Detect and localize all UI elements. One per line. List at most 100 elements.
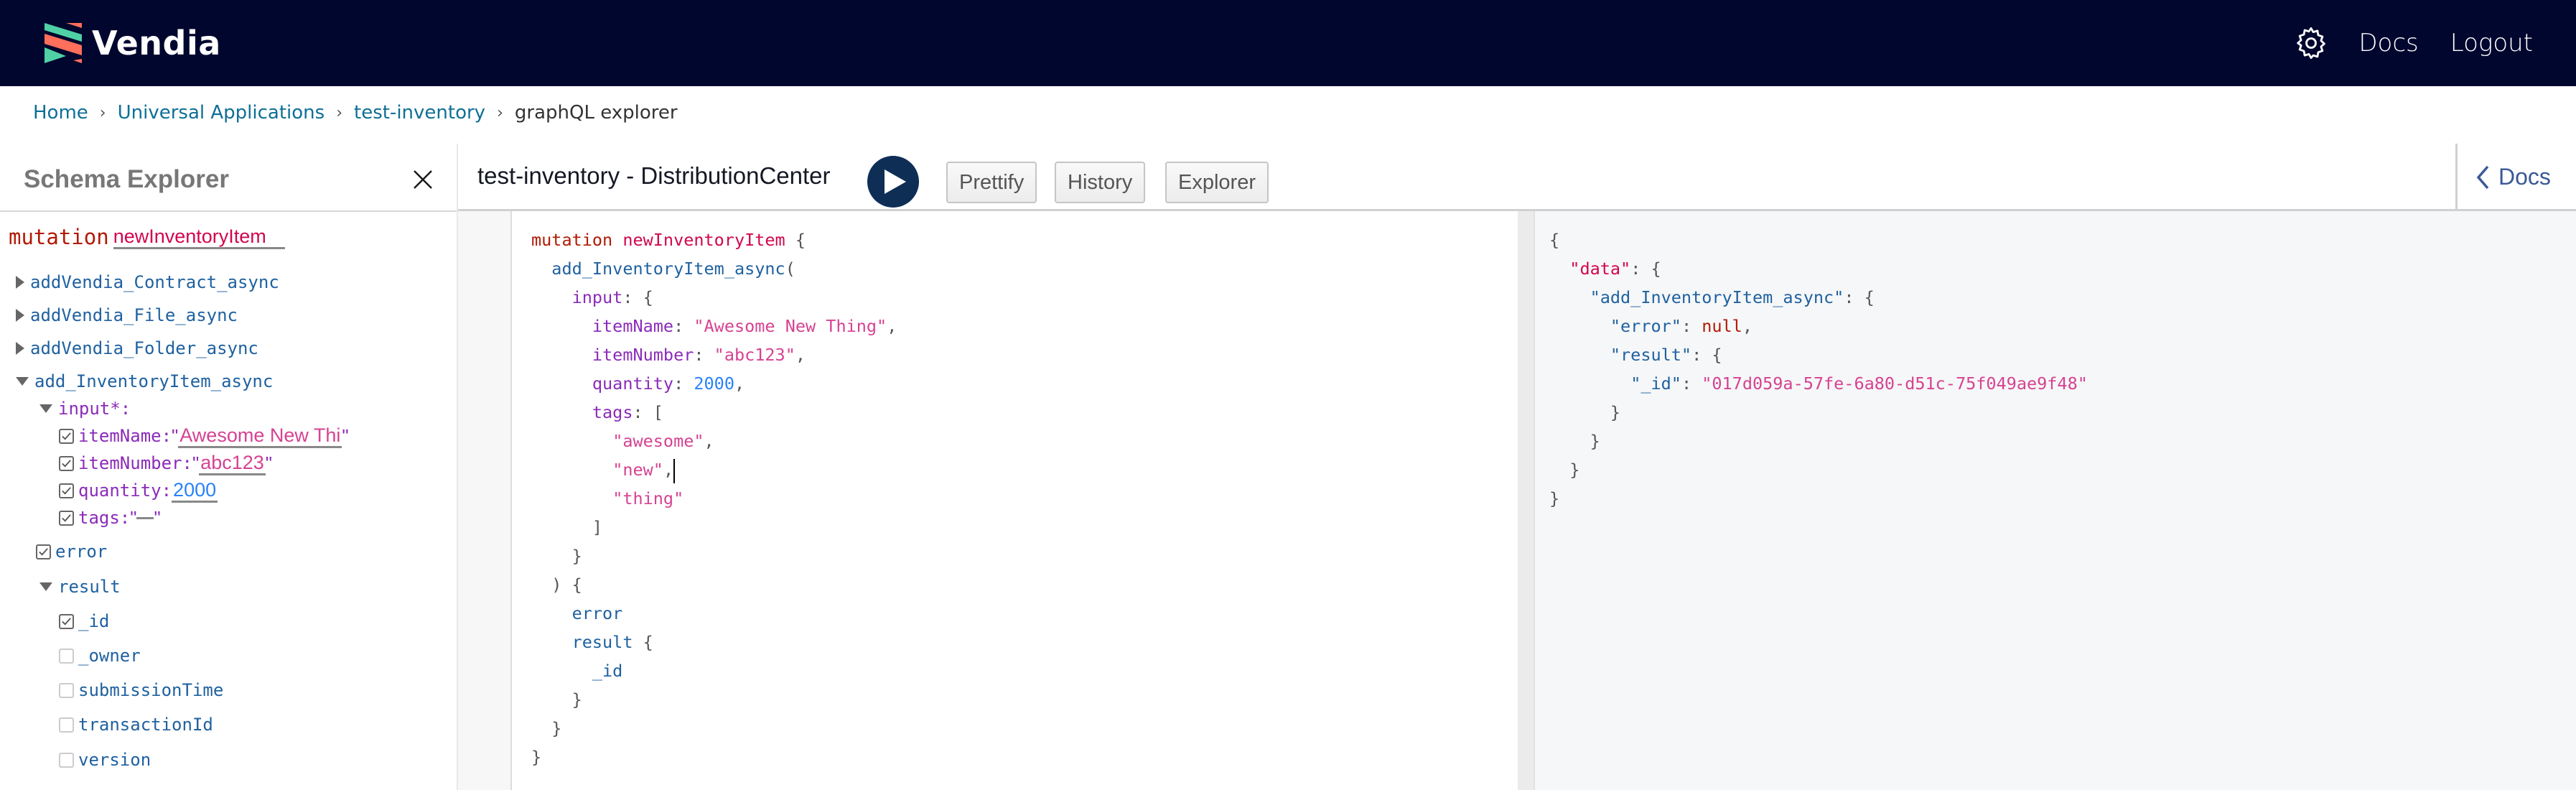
caret-right-icon[interactable] [16, 342, 24, 355]
code-token: tags [592, 402, 633, 422]
tree-item-_owner[interactable]: _owner [59, 643, 141, 669]
checkbox[interactable] [59, 428, 74, 444]
tree-item-submissionTime[interactable]: submissionTime [59, 677, 223, 703]
caret-right-icon[interactable] [16, 309, 24, 322]
caret-down-icon[interactable] [16, 377, 29, 386]
code-token: , [704, 431, 714, 451]
gear-icon[interactable] [2292, 24, 2330, 62]
checkbox[interactable] [59, 648, 74, 664]
breadcrumb-current: graphQL explorer [514, 102, 678, 124]
checkbox[interactable] [59, 613, 74, 629]
tree-item-addVendia-file[interactable]: addVendia_File_async [16, 302, 238, 328]
code-line: add_InventoryItem_async( [531, 254, 897, 283]
code-line: } [531, 542, 897, 570]
field-label[interactable]: addVendia_File_async [30, 305, 238, 325]
caret-right-icon[interactable] [16, 276, 24, 289]
code-token: : [1681, 373, 1702, 394]
caret-down-icon[interactable] [39, 582, 52, 591]
tree-item-_id[interactable]: _id [59, 608, 109, 634]
arg-name: quantity: [78, 480, 172, 501]
checkbox[interactable] [36, 544, 51, 559]
code-line: ] [531, 513, 897, 542]
code-token: quantity [592, 373, 674, 394]
result-line: { [1549, 226, 2088, 254]
code-line: ) { [531, 570, 897, 599]
result-line: "add_InventoryItem_async": { [1549, 283, 2088, 312]
result-line: } [1549, 398, 2088, 427]
prettify-button[interactable]: Prettify [946, 162, 1037, 203]
field-label[interactable]: error [55, 542, 107, 562]
operation-name-input[interactable]: newInventoryItem [113, 226, 285, 249]
tree-item-transactionId[interactable]: transactionId [59, 712, 213, 738]
quote: " [172, 424, 179, 447]
field-label[interactable]: submissionTime [78, 680, 223, 700]
tree-item-result[interactable]: result [39, 574, 121, 600]
result-line: "result": { [1549, 340, 2088, 369]
query-code[interactable]: mutation newInventoryItem { add_Inventor… [531, 226, 897, 771]
breadcrumb-universal-applications[interactable]: Universal Applications [118, 102, 325, 124]
code-line: mutation newInventoryItem { [531, 226, 897, 254]
checkbox[interactable] [59, 682, 74, 698]
checkbox[interactable] [59, 455, 74, 471]
play-icon [885, 169, 906, 194]
code-token: newInventoryItem [612, 230, 785, 250]
code-token: } [1549, 431, 1600, 451]
code-token: "error" [1610, 316, 1681, 336]
explorer-button[interactable]: Explorer [1165, 162, 1269, 203]
tree-item-add-inventoryitem[interactable]: add_InventoryItem_async [16, 368, 273, 394]
vendia-logo[interactable]: Vendia [45, 23, 221, 63]
field-label[interactable]: addVendia_Contract_async [30, 272, 279, 292]
field-label[interactable]: addVendia_Folder_async [30, 338, 258, 358]
query-editor[interactable]: mutation newInventoryItem { add_Inventor… [458, 211, 1518, 790]
caret-down-icon[interactable] [39, 404, 52, 413]
quantity-input[interactable]: 2000 [172, 479, 218, 503]
input-item-quantity: quantity: 2000 [59, 478, 218, 503]
code-token: : [1681, 316, 1702, 336]
field-label[interactable]: _id [78, 611, 109, 631]
history-button[interactable]: History [1055, 162, 1146, 203]
tree-item-input[interactable]: input*: [39, 396, 131, 422]
tree-item-addVendia-contract[interactable]: addVendia_Contract_async [16, 269, 279, 295]
checkbox[interactable] [59, 752, 74, 768]
tags-input[interactable] [136, 516, 154, 519]
code-token: { [633, 632, 653, 652]
code-token: ) { [531, 575, 582, 595]
tree-item-addVendia-folder[interactable]: addVendia_Folder_async [16, 335, 258, 361]
field-label[interactable]: result [58, 577, 121, 597]
code-token: : { [1691, 345, 1722, 365]
code-line: tags: [ [531, 398, 897, 427]
checkbox[interactable] [59, 483, 74, 498]
quote: " [154, 506, 161, 529]
run-query-button[interactable] [867, 156, 919, 208]
tree-item-error[interactable]: error [36, 539, 107, 564]
code-token: _id [592, 661, 623, 681]
tree-item-version[interactable]: version [59, 747, 151, 773]
itemNumber-input[interactable]: abc123 [199, 452, 266, 475]
schema-explorer-panel: Schema Explorer mutation newInventoryIte… [0, 144, 458, 790]
docs-explorer-button[interactable]: Docs [2475, 164, 2551, 190]
logout-link[interactable]: Logout [2450, 29, 2533, 57]
checkbox[interactable] [59, 717, 74, 733]
pane-resize-handle[interactable] [1518, 211, 1535, 790]
field-label[interactable]: add_InventoryItem_async [34, 371, 273, 391]
field-label[interactable]: transactionId [78, 715, 213, 735]
header-actions: Docs Logout [2292, 0, 2576, 86]
breadcrumb-test-inventory[interactable]: test-inventory [354, 102, 485, 124]
close-icon[interactable] [412, 169, 434, 190]
field-label[interactable]: version [78, 750, 151, 770]
code-token: error [571, 603, 623, 623]
code-token: : { [1630, 259, 1661, 279]
checkbox[interactable] [59, 510, 74, 526]
code-token: "add_InventoryItem_async" [1590, 287, 1844, 307]
itemName-input[interactable]: Awesome New Thi [178, 424, 342, 448]
header-docs-link[interactable]: Docs [2358, 29, 2418, 57]
field-label[interactable]: _owner [78, 646, 141, 666]
code-token: result [571, 632, 633, 652]
breadcrumb-home[interactable]: Home [33, 102, 88, 124]
result-line: } [1549, 455, 2088, 484]
chevron-left-icon [2476, 165, 2489, 189]
